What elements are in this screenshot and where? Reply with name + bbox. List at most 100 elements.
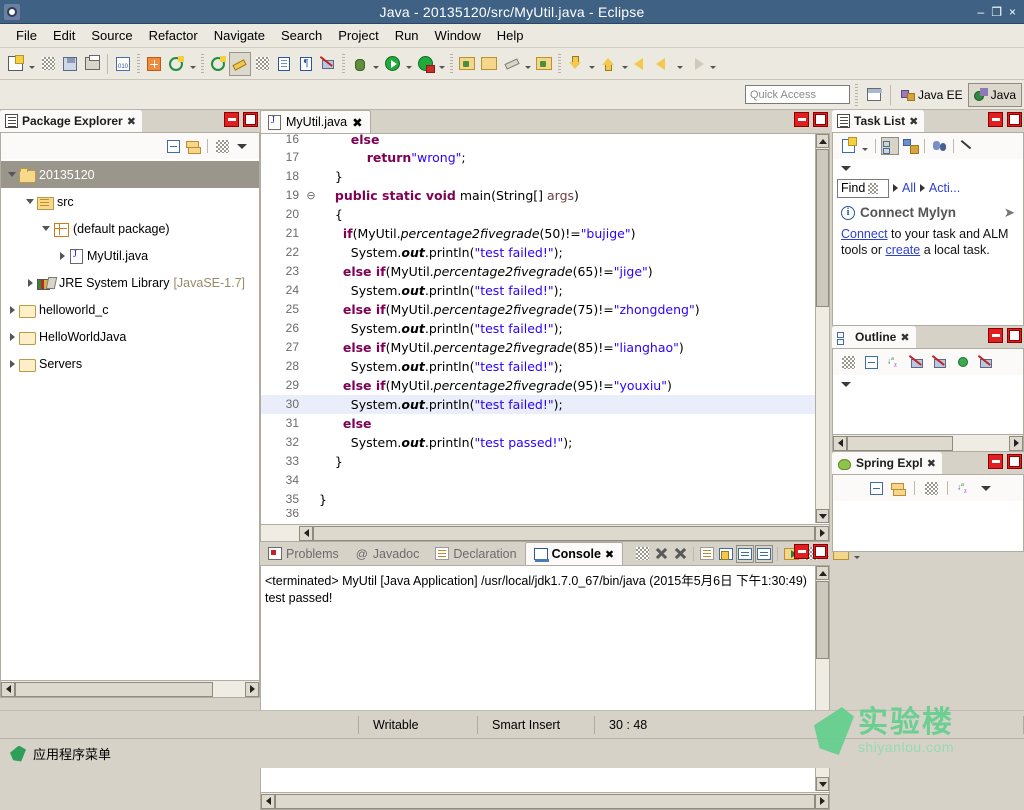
code-line[interactable]: 24 System.out.println("test failed!"); [261,281,815,300]
minimize-button[interactable]: – [978,6,985,18]
new-java-project-button[interactable] [456,52,478,76]
scroll-left-button[interactable] [261,793,275,809]
terminate-all-button[interactable] [633,545,651,563]
filter-button[interactable] [922,479,940,497]
hide-local-types-button[interactable] [977,353,995,371]
code-text-area[interactable]: 16 else 17 return"wrong"; 18 } 19 ⊖ publ… [261,134,815,523]
code-line[interactable]: 16 else [261,134,815,148]
code-line[interactable]: 22 System.out.println("test failed!"); [261,243,815,262]
search-dropdown[interactable] [522,52,533,76]
code-line[interactable]: 36 [261,509,815,517]
save-button[interactable] [37,52,59,76]
sort-button[interactable]: ↓az [955,479,973,497]
outline-tab[interactable]: Outline ✖ [832,326,916,348]
restore-button[interactable]: ❐ [991,6,1002,18]
debug-button[interactable] [348,52,370,76]
scheduled-presentation-button[interactable] [901,137,919,155]
fold-marker[interactable] [305,338,317,357]
skip-breakpoints-button[interactable] [251,52,273,76]
code-line[interactable]: 18 } [261,167,815,186]
print-button[interactable] [81,52,103,76]
maximize-button[interactable] [1007,328,1022,343]
collapse-all-button[interactable] [164,137,182,155]
focus-active-task-button[interactable] [839,353,857,371]
tab-declaration[interactable]: Declaration [427,542,524,565]
run-dropdown[interactable] [403,52,414,76]
mark-occurrences-button[interactable] [229,51,251,76]
task-list-tab[interactable]: Task List ✖ [832,110,925,132]
open-resource-button[interactable] [533,52,555,76]
find-input[interactable]: Find [837,178,889,198]
link-with-editor-button[interactable] [184,137,202,155]
scroll-left-button[interactable] [833,435,847,451]
fold-marker[interactable] [305,319,317,338]
view-menu-icon[interactable] [841,165,851,171]
code-line[interactable]: 25 else if(MyUtil.percentage2fivegrade(7… [261,300,815,319]
minimize-button[interactable] [988,454,1003,469]
scroll-thumb[interactable] [275,793,815,809]
clear-console-button[interactable] [698,545,716,563]
maximize-button[interactable] [243,112,258,127]
twisty-right-icon[interactable] [5,305,19,314]
code-line[interactable]: 32 System.out.println("test passed!"); [261,433,815,452]
fold-marker[interactable] [305,509,317,517]
tab-problems[interactable]: Problems [260,542,347,565]
fold-marker[interactable] [305,395,317,414]
code-line[interactable]: 31 else [261,414,815,433]
code-line[interactable]: 33 } [261,452,815,471]
maximize-button[interactable] [1007,112,1022,127]
run-external-button[interactable] [414,52,436,76]
code-line[interactable]: 23 else if(MyUtil.percentage2fivegrade(6… [261,262,815,281]
twisty-down-icon[interactable] [23,199,37,204]
open-perspective-button[interactable] [863,83,885,107]
fold-marker[interactable] [305,148,317,167]
last-edit-location-button[interactable] [685,52,707,76]
scroll-right-button[interactable] [1009,435,1023,451]
close-icon[interactable]: ✖ [909,115,918,128]
new-wizard-dropdown[interactable] [26,52,37,76]
code-line[interactable]: 34 [261,471,815,490]
hide-fields-button[interactable] [908,353,926,371]
create-link[interactable]: create [885,243,920,257]
fold-marker[interactable] [305,243,317,262]
package-explorer-hscrollbar[interactable] [1,680,259,697]
scroll-left-button[interactable] [299,525,313,541]
perspective-java-ee[interactable]: Java EE [896,83,968,107]
editor-vscrollbar[interactable] [815,134,829,523]
fold-marker[interactable] [305,262,317,281]
link-with-editor-button[interactable] [889,479,907,497]
scroll-down-button[interactable] [816,777,829,791]
scroll-down-button[interactable] [816,509,829,523]
previous-annotation-dropdown[interactable] [619,52,630,76]
search-button[interactable] [500,52,522,76]
console-hscrollbar[interactable] [261,792,829,809]
scroll-right-button[interactable] [815,793,829,809]
fold-marker[interactable] [305,167,317,186]
show-console-on-error-button[interactable] [755,544,774,563]
forward-dropdown[interactable] [674,52,685,76]
close-icon[interactable]: ✖ [127,115,136,128]
menu-search[interactable]: Search [273,25,330,46]
minimize-button[interactable] [794,544,809,559]
close-icon[interactable]: ✖ [900,331,909,344]
tree-item-myutil-java[interactable]: MyUtil.java [1,242,259,269]
fold-marker[interactable] [305,452,317,471]
fold-marker[interactable] [305,490,317,509]
menu-navigate[interactable]: Navigate [206,25,273,46]
fold-marker[interactable] [305,281,317,300]
new-task-dropdown[interactable] [859,134,870,158]
view-menu-icon[interactable] [841,381,851,387]
menu-project[interactable]: Project [330,25,386,46]
code-line[interactable]: 29 else if(MyUtil.percentage2fivegrade(9… [261,376,815,395]
menu-help[interactable]: Help [489,25,532,46]
tree-item-20135120[interactable]: 20135120 [1,161,259,188]
scroll-thumb[interactable] [847,435,953,451]
close-icon[interactable]: ✖ [927,457,936,470]
build-dropdown[interactable] [187,52,198,76]
twisty-right-icon[interactable] [55,251,69,260]
hide-non-public-button[interactable] [954,353,972,371]
console-output[interactable]: <terminated> MyUtil [Java Application] /… [261,566,829,609]
scroll-up-button[interactable] [816,566,829,580]
filter-all[interactable]: All [902,181,916,195]
show-console-on-output-button[interactable] [736,544,755,563]
